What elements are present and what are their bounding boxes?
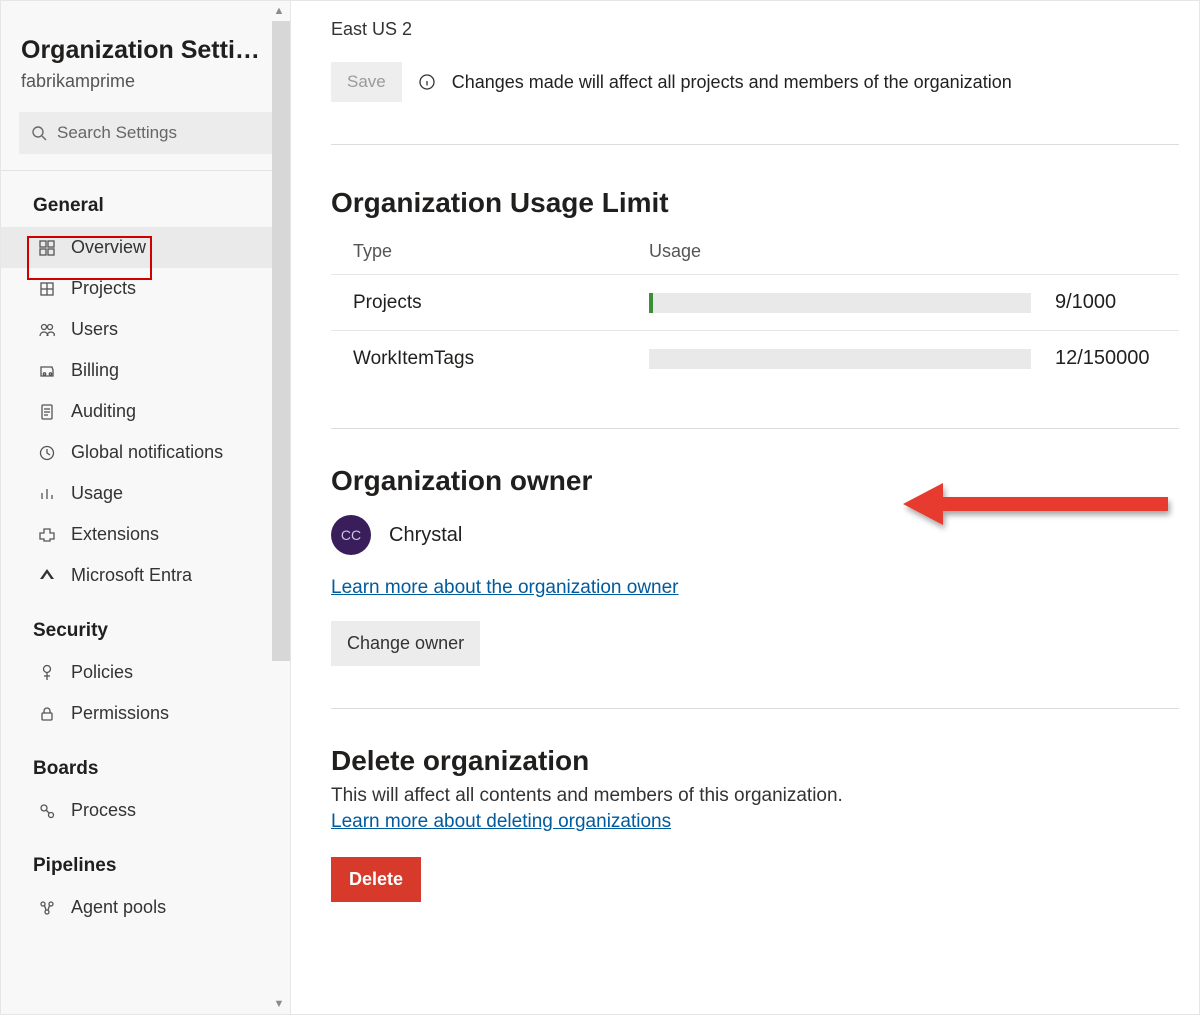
sidebar-item-overview[interactable]: Overview bbox=[1, 227, 290, 268]
process-icon bbox=[37, 801, 57, 821]
group-title-pipelines: Pipelines bbox=[1, 831, 290, 887]
sidebar-item-users[interactable]: Users bbox=[1, 309, 290, 350]
owner-avatar: CC bbox=[331, 515, 371, 555]
extensions-icon bbox=[37, 525, 57, 545]
sidebar-item-process[interactable]: Process bbox=[1, 790, 290, 831]
usage-icon bbox=[37, 484, 57, 504]
col-usage: Usage bbox=[649, 241, 999, 262]
sidebar-scrollbar-thumb[interactable] bbox=[272, 21, 290, 661]
usage-value: 9/1000 bbox=[1035, 291, 1116, 314]
delete-org-heading: Delete organization bbox=[331, 745, 1179, 777]
sidebar-item-billing[interactable]: Billing bbox=[1, 350, 290, 391]
usage-value: 12/150000 bbox=[1035, 347, 1150, 370]
sidebar: ▲ ▼ Organization Settin... fabrikamprime… bbox=[1, 1, 291, 1014]
change-owner-button[interactable]: Change owner bbox=[331, 621, 480, 666]
sidebar-item-label: Process bbox=[71, 800, 136, 821]
sidebar-item-label: Extensions bbox=[71, 524, 159, 545]
usage-row-projects: Projects 9/1000 bbox=[331, 274, 1179, 330]
users-icon bbox=[37, 320, 57, 340]
sidebar-item-label: Microsoft Entra bbox=[71, 565, 192, 586]
sidebar-item-agent-pools[interactable]: Agent pools bbox=[1, 887, 290, 928]
usage-type: Projects bbox=[331, 292, 649, 314]
sidebar-item-label: Permissions bbox=[71, 703, 169, 724]
sidebar-title: Organization Settin... bbox=[21, 36, 270, 65]
sidebar-subtitle: fabrikamprime bbox=[21, 71, 270, 92]
save-bar: Save Changes made will affect all projec… bbox=[331, 62, 1179, 102]
sidebar-item-label: Usage bbox=[71, 483, 123, 504]
sidebar-item-label: Users bbox=[71, 319, 118, 340]
divider bbox=[331, 708, 1179, 709]
usage-bar bbox=[649, 349, 1031, 369]
col-type: Type bbox=[331, 241, 649, 262]
delete-button[interactable]: Delete bbox=[331, 857, 421, 902]
notifications-icon bbox=[37, 443, 57, 463]
region-value: East US 2 bbox=[331, 19, 1179, 40]
group-title-general: General bbox=[1, 171, 290, 227]
projects-icon bbox=[37, 279, 57, 299]
main-panel: East US 2 Save Changes made will affect … bbox=[291, 1, 1199, 1014]
group-title-boards: Boards bbox=[1, 734, 290, 790]
sidebar-item-label: Policies bbox=[71, 662, 133, 683]
scroll-up-icon[interactable]: ▲ bbox=[274, 5, 285, 17]
sidebar-item-policies[interactable]: Policies bbox=[1, 652, 290, 693]
sidebar-item-projects[interactable]: Projects bbox=[1, 268, 290, 309]
search-input[interactable] bbox=[57, 123, 260, 143]
divider bbox=[331, 144, 1179, 145]
sidebar-item-label: Global notifications bbox=[71, 442, 223, 463]
sidebar-item-label: Projects bbox=[71, 278, 136, 299]
learn-owner-link[interactable]: Learn more about the organization owner bbox=[331, 577, 679, 599]
usage-table: Type Usage Projects 9/1000 WorkItemTags … bbox=[331, 233, 1179, 386]
usage-type: WorkItemTags bbox=[331, 348, 649, 370]
usage-limit-heading: Organization Usage Limit bbox=[331, 187, 1179, 219]
usage-bar-fill bbox=[649, 293, 653, 313]
overview-icon bbox=[37, 238, 57, 258]
learn-delete-link[interactable]: Learn more about deleting organizations bbox=[331, 811, 671, 833]
sidebar-item-label: Auditing bbox=[71, 401, 136, 422]
search-icon bbox=[31, 125, 47, 141]
divider bbox=[331, 428, 1179, 429]
usage-bar bbox=[649, 293, 1031, 313]
sidebar-item-extensions[interactable]: Extensions bbox=[1, 514, 290, 555]
search-settings-box[interactable] bbox=[19, 112, 272, 154]
lock-icon bbox=[37, 704, 57, 724]
info-icon bbox=[418, 73, 436, 91]
auditing-icon bbox=[37, 402, 57, 422]
org-owner-heading: Organization owner bbox=[331, 465, 1179, 497]
usage-table-header: Type Usage bbox=[331, 233, 1179, 274]
sidebar-item-label: Billing bbox=[71, 360, 119, 381]
usage-row-workitemtags: WorkItemTags 12/150000 bbox=[331, 330, 1179, 386]
entra-icon bbox=[37, 566, 57, 586]
policies-icon bbox=[37, 663, 57, 683]
sidebar-item-permissions[interactable]: Permissions bbox=[1, 693, 290, 734]
billing-icon bbox=[37, 361, 57, 381]
delete-description: This will affect all contents and member… bbox=[331, 785, 1179, 807]
group-title-security: Security bbox=[1, 596, 290, 652]
agent-pools-icon bbox=[37, 898, 57, 918]
scroll-down-icon[interactable]: ▼ bbox=[274, 998, 285, 1010]
sidebar-item-microsoft-entra[interactable]: Microsoft Entra bbox=[1, 555, 290, 596]
save-info-text: Changes made will affect all projects an… bbox=[452, 72, 1012, 93]
sidebar-item-auditing[interactable]: Auditing bbox=[1, 391, 290, 432]
app-frame: ▲ ▼ Organization Settin... fabrikamprime… bbox=[0, 0, 1200, 1015]
sidebar-item-label: Overview bbox=[71, 237, 146, 258]
owner-row: CC Chrystal bbox=[331, 515, 1179, 555]
save-button[interactable]: Save bbox=[331, 62, 402, 102]
owner-name: Chrystal bbox=[389, 524, 462, 547]
sidebar-item-usage[interactable]: Usage bbox=[1, 473, 290, 514]
sidebar-item-global-notifications[interactable]: Global notifications bbox=[1, 432, 290, 473]
sidebar-item-label: Agent pools bbox=[71, 897, 166, 918]
